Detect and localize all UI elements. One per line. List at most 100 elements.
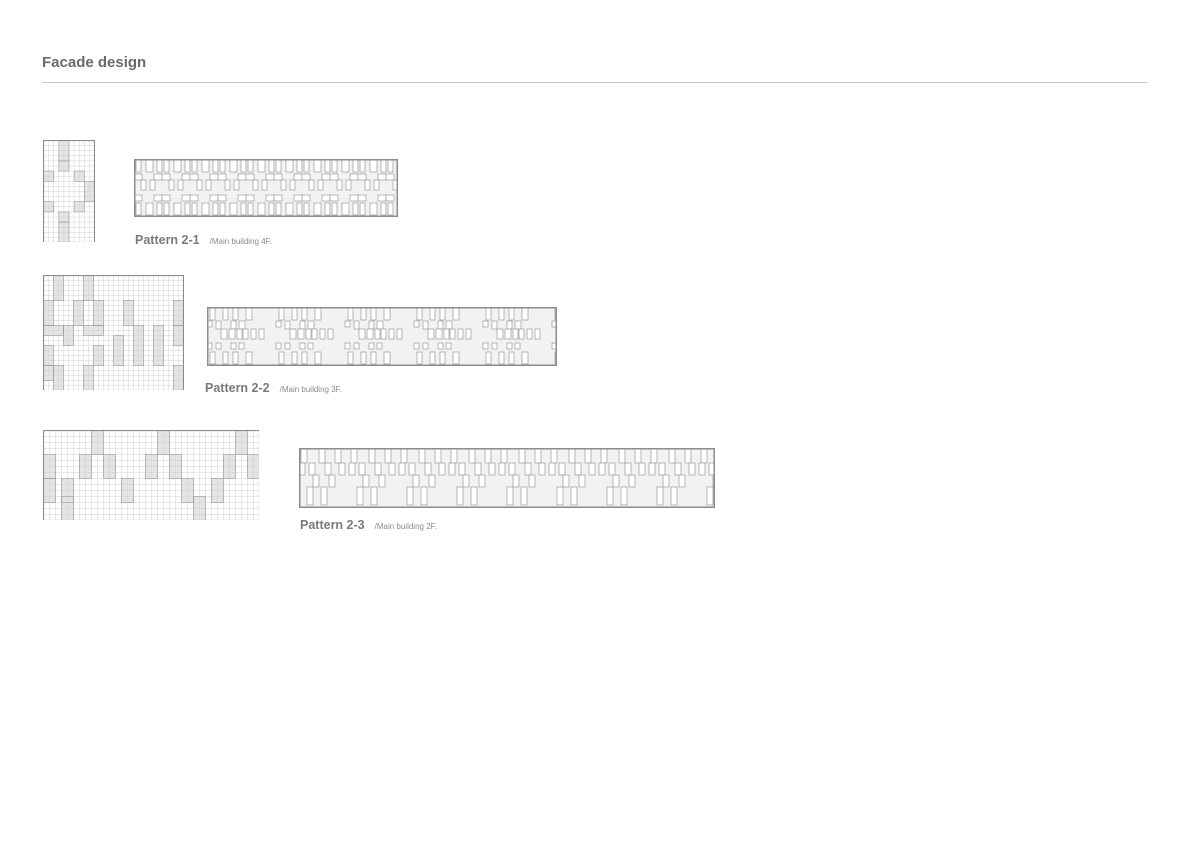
pattern-2-1-strip-tile: [252, 179, 259, 191]
pattern-2-3-strip-tile: [688, 462, 696, 476]
pattern-2-2-strip-tile: [437, 320, 444, 330]
pattern-2-2-strip-tile: [521, 351, 529, 365]
pattern-2-3-strip-tile: [684, 448, 692, 464]
pattern-2-1-strip-tile: [357, 173, 367, 181]
pattern-2-3-strip-tile: [424, 462, 432, 476]
pattern-2-2-strip-tile: [284, 342, 291, 350]
pattern-2-2-strip-tile: [439, 307, 446, 321]
pattern-2-3-strip-tile: [350, 448, 358, 464]
pattern-2-3-strip-tile: [574, 462, 582, 476]
pattern-2-2-strip-tile: [319, 328, 326, 340]
pattern-2-1-strip-tile: [336, 179, 343, 191]
pattern-2-3-strip-tile: [500, 448, 508, 464]
pattern-2-2-strip-tile: [443, 328, 450, 340]
pattern-2-1-strip-tile: [303, 159, 310, 173]
pattern-2-2-strip-tile: [370, 307, 377, 321]
pattern-2-2-strip-tile: [360, 351, 367, 365]
pattern-2-1-strip-tile: [275, 159, 282, 173]
pattern-2-3-note: /Main building 2F.: [374, 522, 437, 531]
pattern-2-2-strip-tile: [245, 307, 253, 321]
pattern-2-2-strip-tile: [422, 342, 429, 350]
pattern-2-2-strip-tile: [435, 328, 443, 340]
pattern-2-1-strip-tile: [341, 159, 350, 173]
pattern-2-1-strip-tile: [377, 173, 387, 181]
pattern-2-3-strip-tile: [518, 448, 526, 464]
pattern-2-1-strip-tile: [352, 202, 359, 216]
pattern-2-3-strip-tile: [374, 462, 382, 476]
pattern-2-1-strip-tile: [296, 202, 303, 216]
pattern-2-1-strip-tile: [181, 173, 191, 181]
pattern-2-1-strip-tile: [373, 179, 380, 191]
pattern-2-3-strip-tile: [558, 462, 566, 476]
pattern-2-2-strip-tile: [220, 328, 228, 340]
pattern-2-3-strip-tile: [524, 462, 532, 476]
pattern-2-2-strip-tile: [506, 320, 513, 330]
pattern-2-2-strip-tile: [413, 342, 420, 350]
pattern-2-2-strip-tile: [439, 351, 446, 365]
pattern-2-1-module-graphic: [43, 140, 95, 242]
pattern-2-3-strip-tile: [512, 474, 520, 488]
pattern-2-2-strip-tile: [429, 351, 436, 365]
pattern-2-2-strip-tile: [301, 307, 308, 321]
pattern-2-1-strip-tile: [173, 202, 182, 216]
pattern-2-3-strip-tile: [398, 462, 406, 476]
pattern-2-2-strip-tile: [222, 351, 229, 365]
pattern-2-2-strip-tile: [496, 328, 504, 340]
pattern-2-1-strip-tile: [191, 202, 198, 216]
pattern-2-2-strip-tile: [457, 328, 464, 340]
pattern-2-2-strip-tile: [485, 307, 492, 321]
pattern-2-1-strip-tile: [273, 173, 283, 181]
pattern-2-1-strip-tile: [364, 179, 371, 191]
pattern-2-1-strip-tile: [285, 202, 294, 216]
pattern-2-3-strip-tile: [650, 448, 658, 464]
pattern-2-1-strip-graphic: [134, 159, 398, 217]
pattern-2-3-strip-tile: [470, 486, 478, 506]
pattern-2-2-strip-tile: [347, 351, 354, 365]
pattern-2-1-strip-tile: [229, 159, 238, 173]
pattern-2-2-strip-tile: [245, 351, 253, 365]
pattern-2-1-strip-tile: [301, 173, 311, 181]
pattern-2-1-strip-tile: [273, 194, 283, 202]
pattern-2-2-strip-tile: [449, 328, 456, 340]
pattern-2-3-strip-tile: [698, 462, 706, 476]
pattern-2-2-strip-tile: [215, 342, 222, 350]
pattern-2-1-strip-tile: [163, 159, 170, 173]
pattern-2-1-strip-tile: [189, 173, 199, 181]
pattern-2-1-strip-tile: [201, 159, 210, 173]
pattern-2-3-strip-tile: [670, 486, 678, 506]
pattern-2-2-strip-tile: [275, 320, 282, 328]
pattern-2-3-strip-tile: [356, 486, 364, 506]
pattern-2-2-strip-tile: [368, 320, 375, 330]
pattern-2-3-strip-tile: [620, 486, 628, 506]
pattern-2-1-strip-tile: [184, 202, 191, 216]
pattern-2-3-strip-tile: [456, 486, 464, 506]
pattern-2-2-strip-tile: [242, 328, 249, 340]
pattern-2-1-strip-tile: [201, 202, 210, 216]
pattern-2-2-strip-tile: [314, 351, 322, 365]
pattern-2-1-strip-tile: [380, 202, 387, 216]
pattern-2-3-name: Pattern 2-3: [300, 518, 365, 532]
pattern-2-2-strip-tile: [368, 342, 375, 350]
pattern-2-1-strip-tile: [329, 194, 339, 202]
pattern-2-3-strip-tile: [520, 486, 528, 506]
pattern-2-1-strip-tile: [245, 194, 255, 202]
pattern-2-2-strip-tile: [360, 307, 367, 321]
pattern-2-1-strip-tile: [219, 159, 226, 173]
pattern-2-1-strip-tile: [296, 159, 303, 173]
pattern-2-1-caption: Pattern 2-1/Main building 4F.: [135, 231, 272, 249]
pattern-2-2-strip-tile: [289, 328, 297, 340]
pattern-2-2-strip-tile: [504, 328, 512, 340]
pattern-2-2-strip-tile: [383, 351, 391, 365]
pattern-2-3-strip-tile: [334, 448, 342, 464]
pattern-2-1-strip-tile: [217, 194, 227, 202]
pattern-2-2-strip-tile: [278, 351, 285, 365]
pattern-2-3-strip: [299, 448, 715, 508]
pattern-2-2-strip-tile: [445, 320, 453, 330]
pattern-2-1-strip-tile: [331, 159, 338, 173]
pattern-2-2-strip-tile: [347, 307, 354, 321]
pattern-2-2-strip-tile: [307, 342, 314, 350]
pattern-2-1-strip-tile: [240, 159, 247, 173]
pattern-2-2-strip-tile: [508, 351, 515, 365]
pattern-2-3-strip-tile: [420, 486, 428, 506]
pattern-2-1-strip-tile: [161, 194, 171, 202]
